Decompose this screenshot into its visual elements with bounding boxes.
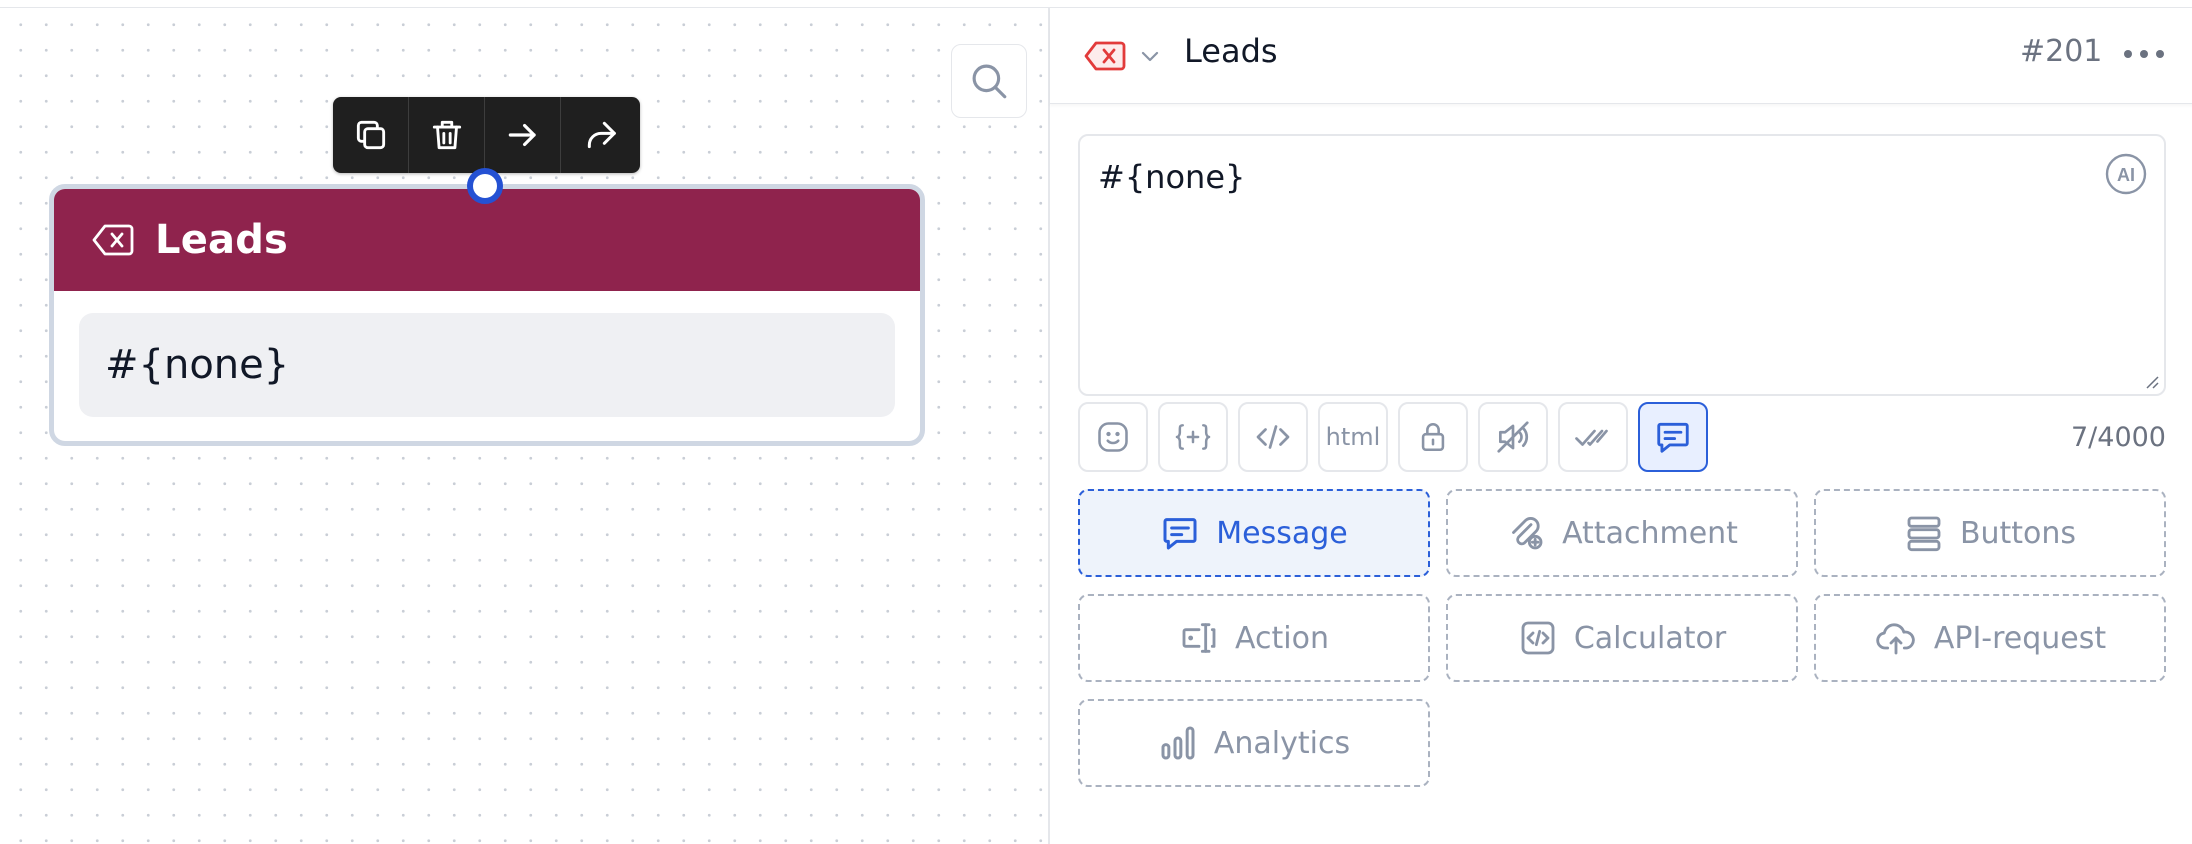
lock-icon (1421, 423, 1445, 452)
panel-header: Leads #201 (1050, 8, 2192, 104)
node-input-handle[interactable] (467, 168, 503, 204)
action-block-button[interactable]: Action (1078, 594, 1430, 682)
action-block-label: Action (1235, 620, 1329, 656)
format-toolbar: html (1078, 402, 1718, 474)
variable-button[interactable] (1158, 402, 1228, 472)
more-options-icon[interactable] (2122, 46, 2166, 62)
emoji-button[interactable] (1078, 402, 1148, 472)
double-check-icon (1575, 429, 1608, 446)
html-button[interactable]: html (1318, 402, 1388, 472)
attachment-block-button[interactable]: Attachment (1446, 489, 1798, 577)
message-mode-button[interactable] (1638, 402, 1708, 472)
message-square-icon (1163, 518, 1197, 550)
copy-icon (356, 120, 385, 150)
text-cursor-input-icon (1182, 623, 1216, 653)
code-icon (1256, 425, 1290, 449)
curly-braces-plus-icon (1175, 424, 1211, 450)
trash-icon (432, 120, 461, 150)
message-text[interactable]: #{none} (1098, 158, 1245, 196)
buttons-block-label: Buttons (1959, 515, 2077, 551)
canvas-search-button[interactable] (951, 44, 1027, 118)
attachment-block-label: Attachment (1562, 515, 1738, 551)
smile-icon (1098, 422, 1128, 452)
lock-button[interactable] (1398, 402, 1468, 472)
paperclip-icon (1512, 517, 1543, 550)
node-id: #201 (2020, 34, 2103, 69)
duplicate-node-button[interactable] (333, 97, 409, 173)
volume-off-icon (1497, 421, 1529, 453)
code-square-icon (1521, 621, 1555, 655)
node-message-preview[interactable]: #{none} (79, 313, 895, 417)
message-editor[interactable]: #{none} AI (1078, 134, 2166, 396)
delete-tag-icon (92, 224, 134, 256)
api-request-block-button[interactable]: API-request (1814, 594, 2166, 682)
character-counter: 7/4000 (2071, 422, 2166, 453)
node-title: Leads (155, 217, 289, 263)
message-block-button[interactable]: Message (1078, 489, 1430, 577)
arrow-right-icon (508, 123, 536, 147)
mute-notifications-button[interactable] (1478, 402, 1548, 472)
analytics-block-button[interactable]: Analytics (1078, 699, 1430, 787)
flow-node[interactable]: Leads #{none} (49, 184, 925, 446)
share-icon (587, 121, 616, 149)
search-icon (972, 64, 1007, 99)
share-node-button[interactable] (561, 97, 640, 173)
read-receipt-button[interactable] (1558, 402, 1628, 472)
message-square-icon (1657, 422, 1689, 453)
delete-node-button[interactable] (409, 97, 485, 173)
api-request-block-label: API-request (1933, 620, 2107, 656)
bar-chart-icon (1161, 726, 1195, 760)
properties-panel: Leads #201 #{none} AI html 7/4000 Messag… (1048, 8, 2192, 844)
chevron-down-icon[interactable] (1138, 44, 1162, 68)
buttons-block-button[interactable]: Buttons (1814, 489, 2166, 577)
calculator-block-button[interactable]: Calculator (1446, 594, 1798, 682)
ai-badge-text: AI (2117, 165, 2135, 185)
cloud-upload-icon (1876, 623, 1915, 655)
node-header: Leads (54, 189, 920, 291)
calculator-block-label: Calculator (1573, 620, 1727, 656)
html-label: html (1325, 423, 1381, 451)
resize-handle-icon[interactable] (2144, 374, 2160, 390)
ai-assistant-icon[interactable]: AI (2104, 152, 2148, 196)
panel-title: Leads (1184, 32, 1278, 70)
top-border (0, 0, 2192, 8)
code-button[interactable] (1238, 402, 1308, 472)
node-toolbar (333, 97, 640, 173)
analytics-block-label: Analytics (1213, 725, 1351, 761)
connect-node-button[interactable] (485, 97, 561, 173)
message-block-label: Message (1216, 515, 1348, 551)
delete-tag-icon[interactable] (1083, 40, 1127, 72)
stacked-buttons-icon (1907, 516, 1941, 552)
flow-canvas[interactable]: Leads #{none} (0, 8, 1048, 844)
